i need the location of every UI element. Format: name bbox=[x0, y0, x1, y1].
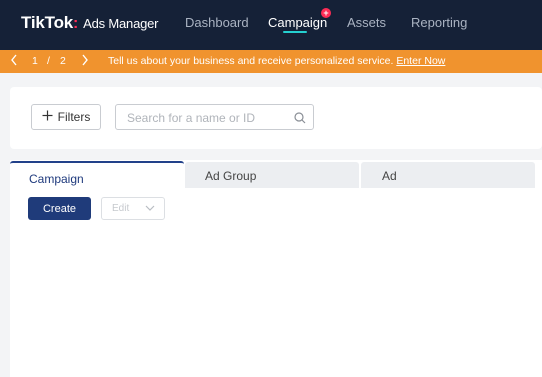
tab-campaign[interactable]: Campaign bbox=[10, 161, 184, 189]
chevron-right-icon[interactable] bbox=[81, 54, 89, 69]
top-nav: TikTok: Ads Manager Dashboard Campaign +… bbox=[0, 0, 542, 50]
nav-dashboard[interactable]: Dashboard bbox=[185, 15, 249, 30]
nav-assets[interactable]: Assets bbox=[347, 15, 386, 30]
nav-badge: + bbox=[321, 8, 331, 18]
search-box bbox=[115, 104, 314, 130]
tiktok-logo[interactable]: TikTok: Ads Manager bbox=[21, 13, 158, 33]
level-tabs: Campaign Ad Group Ad bbox=[10, 160, 542, 189]
edit-dropdown[interactable]: Edit bbox=[101, 197, 165, 220]
brand-dot: : bbox=[73, 15, 79, 32]
search-input[interactable] bbox=[125, 109, 294, 127]
announcement-banner: 1 / 2 Tell us about your business and re… bbox=[0, 50, 542, 73]
chevron-down-icon bbox=[145, 204, 155, 215]
product-name: Ads Manager bbox=[83, 16, 159, 31]
brand-name: TikTok bbox=[21, 13, 74, 32]
tab-ad[interactable]: Ad bbox=[361, 162, 535, 188]
nav-campaign[interactable]: Campaign bbox=[268, 15, 327, 30]
create-button[interactable]: Create bbox=[28, 197, 91, 220]
active-nav-indicator bbox=[283, 31, 307, 33]
edit-label: Edit bbox=[112, 203, 130, 214]
chevron-left-icon[interactable] bbox=[10, 54, 18, 69]
filters-label: Filters bbox=[57, 110, 91, 124]
nav-reporting[interactable]: Reporting bbox=[411, 15, 467, 30]
banner-link[interactable]: Enter Now bbox=[396, 55, 445, 67]
banner-text: Tell us about your business and receive … bbox=[108, 55, 394, 67]
tab-ad-group[interactable]: Ad Group bbox=[185, 162, 359, 188]
banner-page-total: 2 bbox=[60, 55, 66, 67]
filter-bar: Filters bbox=[10, 87, 542, 149]
filters-button[interactable]: Filters bbox=[31, 104, 101, 130]
plus-icon bbox=[42, 109, 53, 125]
banner-page-current: 1 bbox=[32, 55, 38, 67]
banner-message: Tell us about your business and receive … bbox=[108, 55, 445, 67]
search-icon[interactable] bbox=[294, 111, 306, 129]
banner-page-separator: / bbox=[47, 55, 50, 67]
campaign-table-panel: Campaign Ad Group Ad Create Edit bbox=[10, 160, 542, 377]
